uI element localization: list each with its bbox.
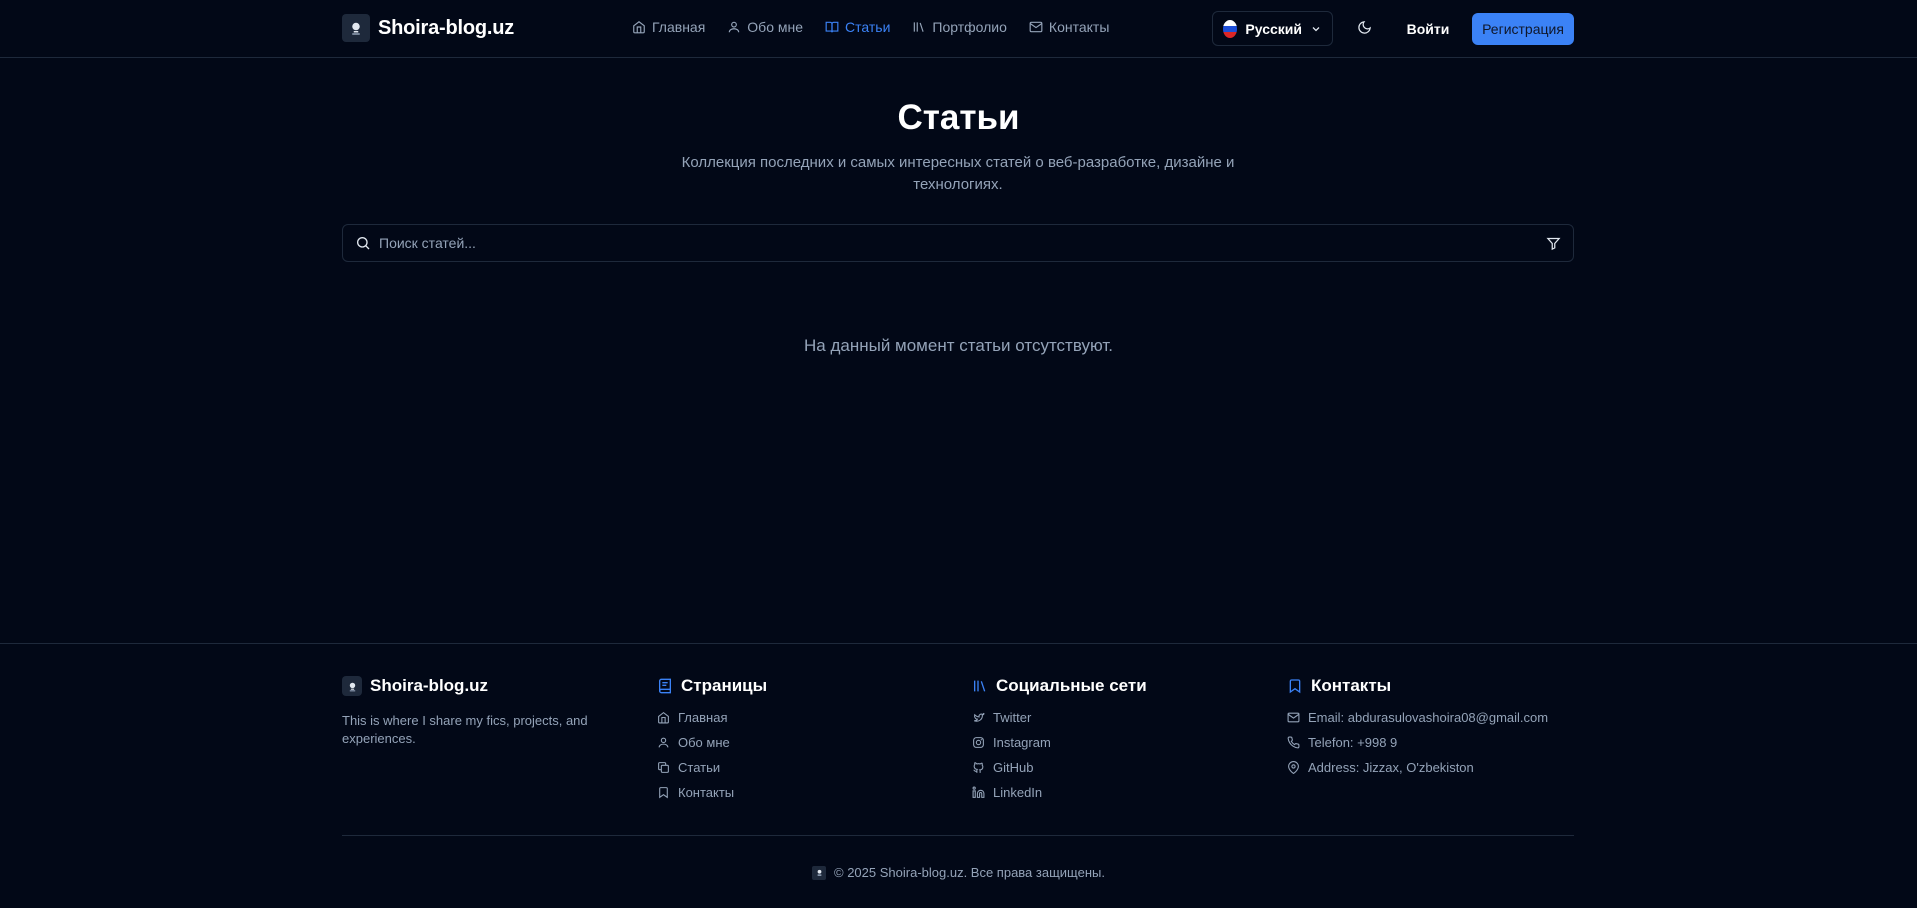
footer-pages-column: Страницы Главная Обо мне Статьи Контакты [657, 675, 767, 801]
footer-link-label: Instagram [993, 734, 1051, 750]
footer-contacts-title: Контакты [1311, 676, 1392, 695]
phone-icon [1287, 736, 1300, 749]
footer-link-label: Статьи [678, 759, 721, 775]
contact-email[interactable]: Email: abdurasulovashoira08@gmail.com [1287, 708, 1548, 726]
bookmark-icon [657, 786, 670, 799]
user-icon [657, 736, 670, 749]
footer-link-about[interactable]: Обо мне [657, 733, 767, 751]
footer-pages-title: Страницы [681, 676, 768, 695]
page-subtitle: Коллекция последних и самых интересных с… [681, 154, 1235, 193]
map-pin-icon [1287, 760, 1300, 774]
language-label: Русский [1245, 20, 1302, 37]
nav-item-label: Обо мне [747, 19, 804, 35]
nav-item-label: Главная [652, 19, 706, 35]
nav-item-label: Портфолио [932, 19, 1007, 35]
footer-brand-column: Shoira-blog.uz This is where I share my … [342, 675, 612, 748]
search-icon [355, 235, 371, 251]
nav-item-portfolio[interactable]: Портфолио [912, 19, 1007, 35]
footer-link-label: LinkedIn [993, 784, 1043, 800]
footer-link-label: Главная [678, 709, 728, 725]
empty-state-message: На данный момент статьи отсутствуют. [804, 336, 1113, 355]
book-open-icon [825, 20, 839, 34]
mail-icon [1029, 20, 1043, 34]
site-logo[interactable]: Shoira-blog.uz [342, 14, 514, 42]
footer-contacts-heading: Контакты [1287, 675, 1548, 697]
footer-description: This is where I share my fics, projects,… [342, 713, 588, 746]
chevron-down-icon [1310, 23, 1322, 35]
footer-pages-list: Главная Обо мне Статьи Контакты [657, 708, 767, 801]
mail-icon [1287, 711, 1300, 724]
footer-social-heading: Социальные сети [972, 675, 1147, 697]
footer-brand[interactable]: Shoira-blog.uz [342, 675, 612, 697]
footer-link-instagram[interactable]: Instagram [972, 733, 1147, 751]
nav-item-label: Статьи [845, 19, 891, 35]
footer-social-list: Twitter Instagram GitHub LinkedIn [972, 708, 1147, 801]
contact-phone-text: Telefon: +998 9 [1308, 734, 1398, 750]
search-bar [342, 224, 1574, 262]
login-button[interactable]: Войти [1396, 11, 1460, 46]
footer-brand-name: Shoira-blog.uz [370, 676, 489, 695]
logo-text: Shoira-blog.uz [378, 16, 515, 39]
nav-item-about[interactable]: Обо мне [727, 19, 803, 35]
footer-link-label: Контакты [678, 784, 735, 800]
site-header: Shoira-blog.uz Главная Обо мне Статьи По… [0, 0, 1917, 58]
page-title: Статьи [897, 98, 1020, 137]
logo-icon [812, 865, 827, 880]
bookmark-icon [1287, 678, 1303, 694]
footer-link-label: GitHub [993, 759, 1034, 775]
footer-link-label: Обо мне [678, 734, 730, 750]
logo-icon [342, 14, 370, 42]
nav-item-home[interactable]: Главная [632, 19, 705, 35]
site-footer: Shoira-blog.uz This is where I share my … [0, 643, 1917, 908]
footer-contacts-column: Контакты Email: abdurasulovashoira08@gma… [1287, 675, 1548, 776]
home-icon [657, 711, 670, 724]
library-icon [912, 20, 926, 34]
nav-item-articles[interactable]: Статьи [825, 19, 890, 35]
moon-icon[interactable] [1357, 20, 1372, 35]
twitter-icon [972, 711, 985, 724]
contact-address: Address: Jizzax, O'zbekiston [1287, 758, 1548, 776]
footer-link-home[interactable]: Главная [657, 708, 767, 726]
instagram-icon [972, 736, 985, 749]
footer-pages-heading: Страницы [657, 675, 767, 697]
linkedin-icon [972, 786, 985, 799]
contact-phone[interactable]: Telefon: +998 9 [1287, 733, 1548, 751]
logo-icon [342, 676, 362, 696]
book-icon [657, 678, 673, 694]
library-icon [972, 678, 988, 694]
register-button[interactable]: Регистрация [1472, 13, 1574, 45]
copy-icon [657, 761, 670, 774]
contact-address-text: Address: Jizzax, O'zbekiston [1308, 759, 1474, 775]
footer-link-label: Twitter [993, 709, 1032, 725]
russia-flag-icon [1223, 19, 1238, 38]
github-icon [972, 761, 985, 774]
footer-link-contacts[interactable]: Контакты [657, 783, 767, 801]
search-input[interactable] [379, 235, 1546, 251]
footer-link-articles[interactable]: Статьи [657, 758, 767, 776]
footer-social-column: Социальные сети Twitter Instagram GitHub… [972, 675, 1147, 801]
main-nav: Главная Обо мне Статьи Портфолио Контакт… [632, 19, 1109, 35]
footer-contacts-list: Email: abdurasulovashoira08@gmail.com Te… [1287, 708, 1548, 776]
contact-email-text: Email: abdurasulovashoira08@gmail.com [1308, 709, 1549, 725]
footer-social-title: Социальные сети [996, 676, 1147, 695]
nav-item-label: Контакты [1048, 19, 1110, 35]
footer-link-github[interactable]: GitHub [972, 758, 1147, 776]
language-select[interactable]: Русский [1212, 11, 1333, 46]
footer-divider [342, 835, 1574, 836]
copyright: © 2025 Shoira-blog.uz. Все права защищен… [0, 865, 1917, 880]
filter-icon[interactable] [1546, 236, 1561, 251]
copyright-text: © 2025 Shoira-blog.uz. Все права защищен… [834, 865, 1105, 880]
home-icon [632, 20, 646, 34]
nav-item-contacts[interactable]: Контакты [1029, 19, 1109, 35]
footer-link-linkedin[interactable]: LinkedIn [972, 783, 1147, 801]
footer-link-twitter[interactable]: Twitter [972, 708, 1147, 726]
user-icon [727, 20, 741, 34]
